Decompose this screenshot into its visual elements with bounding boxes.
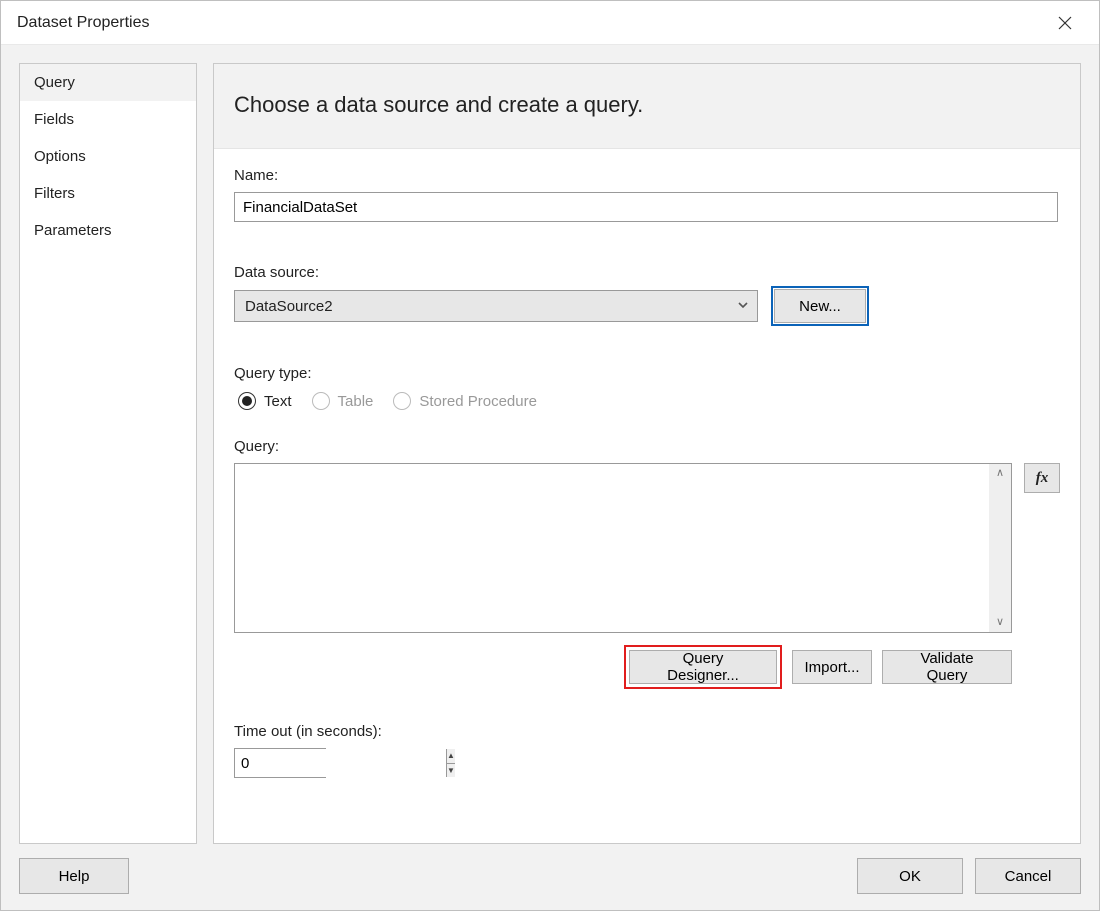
- panel-heading: Choose a data source and create a query.: [214, 64, 1080, 149]
- name-input[interactable]: [234, 192, 1058, 222]
- query-textarea-container: ∧ ∨: [234, 463, 1012, 633]
- spinner-down-button[interactable]: ▼: [447, 764, 455, 778]
- timeout-label: Time out (in seconds):: [234, 723, 1060, 740]
- query-label: Query:: [234, 438, 1060, 455]
- sidebar-item-label: Filters: [34, 185, 75, 202]
- sidebar-item-label: Options: [34, 148, 86, 165]
- close-button[interactable]: [1045, 7, 1085, 39]
- sidebar-item-parameters[interactable]: Parameters: [20, 212, 196, 249]
- sidebar-item-filters[interactable]: Filters: [20, 175, 196, 212]
- import-button[interactable]: Import...: [792, 650, 872, 684]
- dialog-footer: Help OK Cancel: [1, 852, 1099, 910]
- sidebar-item-label: Query: [34, 74, 75, 91]
- validate-query-button[interactable]: Validate Query: [882, 650, 1012, 684]
- radio-icon: [312, 392, 330, 410]
- new-data-source-button[interactable]: New...: [774, 289, 866, 323]
- radio-label: Text: [264, 393, 292, 410]
- expression-button[interactable]: fx: [1024, 463, 1060, 493]
- help-button[interactable]: Help: [19, 858, 129, 894]
- sidebar-item-label: Parameters: [34, 222, 112, 239]
- highlight-annotation: Query Designer...: [624, 645, 782, 689]
- dialog-window: Dataset Properties Query Fields Options …: [0, 0, 1100, 911]
- radio-stored-procedure[interactable]: Stored Procedure: [393, 392, 537, 410]
- spinner-up-button[interactable]: ▲: [447, 749, 455, 764]
- spinner-buttons: ▲ ▼: [446, 749, 455, 777]
- panel-content: Name: Data source: DataSource2 New... Qu…: [214, 149, 1080, 843]
- sidebar-item-fields[interactable]: Fields: [20, 101, 196, 138]
- titlebar: Dataset Properties: [1, 1, 1099, 45]
- scrollbar[interactable]: ∧ ∨: [989, 464, 1011, 632]
- data-source-combobox[interactable]: DataSource2: [234, 290, 758, 322]
- timeout-input[interactable]: [235, 749, 446, 777]
- main-panel: Choose a data source and create a query.…: [213, 63, 1081, 844]
- query-type-label: Query type:: [234, 365, 1060, 382]
- sidebar-item-options[interactable]: Options: [20, 138, 196, 175]
- query-type-radiogroup: Text Table Stored Procedure: [238, 392, 1060, 410]
- scroll-down-icon: ∨: [996, 617, 1004, 628]
- data-source-value: DataSource2: [245, 298, 333, 315]
- cancel-button[interactable]: Cancel: [975, 858, 1081, 894]
- radio-text[interactable]: Text: [238, 392, 292, 410]
- radio-table[interactable]: Table: [312, 392, 374, 410]
- radio-icon: [238, 392, 256, 410]
- query-button-row: Query Designer... Import... Validate Que…: [234, 645, 1012, 689]
- ok-button[interactable]: OK: [857, 858, 963, 894]
- data-source-label: Data source:: [234, 264, 1060, 281]
- sidebar-item-query[interactable]: Query: [20, 64, 196, 101]
- query-textarea[interactable]: [235, 464, 989, 632]
- scroll-up-icon: ∧: [996, 468, 1004, 479]
- name-label: Name:: [234, 167, 1060, 184]
- radio-icon: [393, 392, 411, 410]
- close-icon: [1058, 16, 1072, 30]
- radio-label: Table: [338, 393, 374, 410]
- query-designer-button[interactable]: Query Designer...: [629, 650, 777, 684]
- sidebar-item-label: Fields: [34, 111, 74, 128]
- chevron-down-icon: [737, 298, 749, 315]
- timeout-spinner: ▲ ▼: [234, 748, 326, 778]
- sidebar: Query Fields Options Filters Parameters: [19, 63, 197, 844]
- fx-icon: fx: [1036, 470, 1049, 487]
- radio-label: Stored Procedure: [419, 393, 537, 410]
- dialog-body: Query Fields Options Filters Parameters …: [1, 45, 1099, 852]
- window-title: Dataset Properties: [17, 14, 150, 32]
